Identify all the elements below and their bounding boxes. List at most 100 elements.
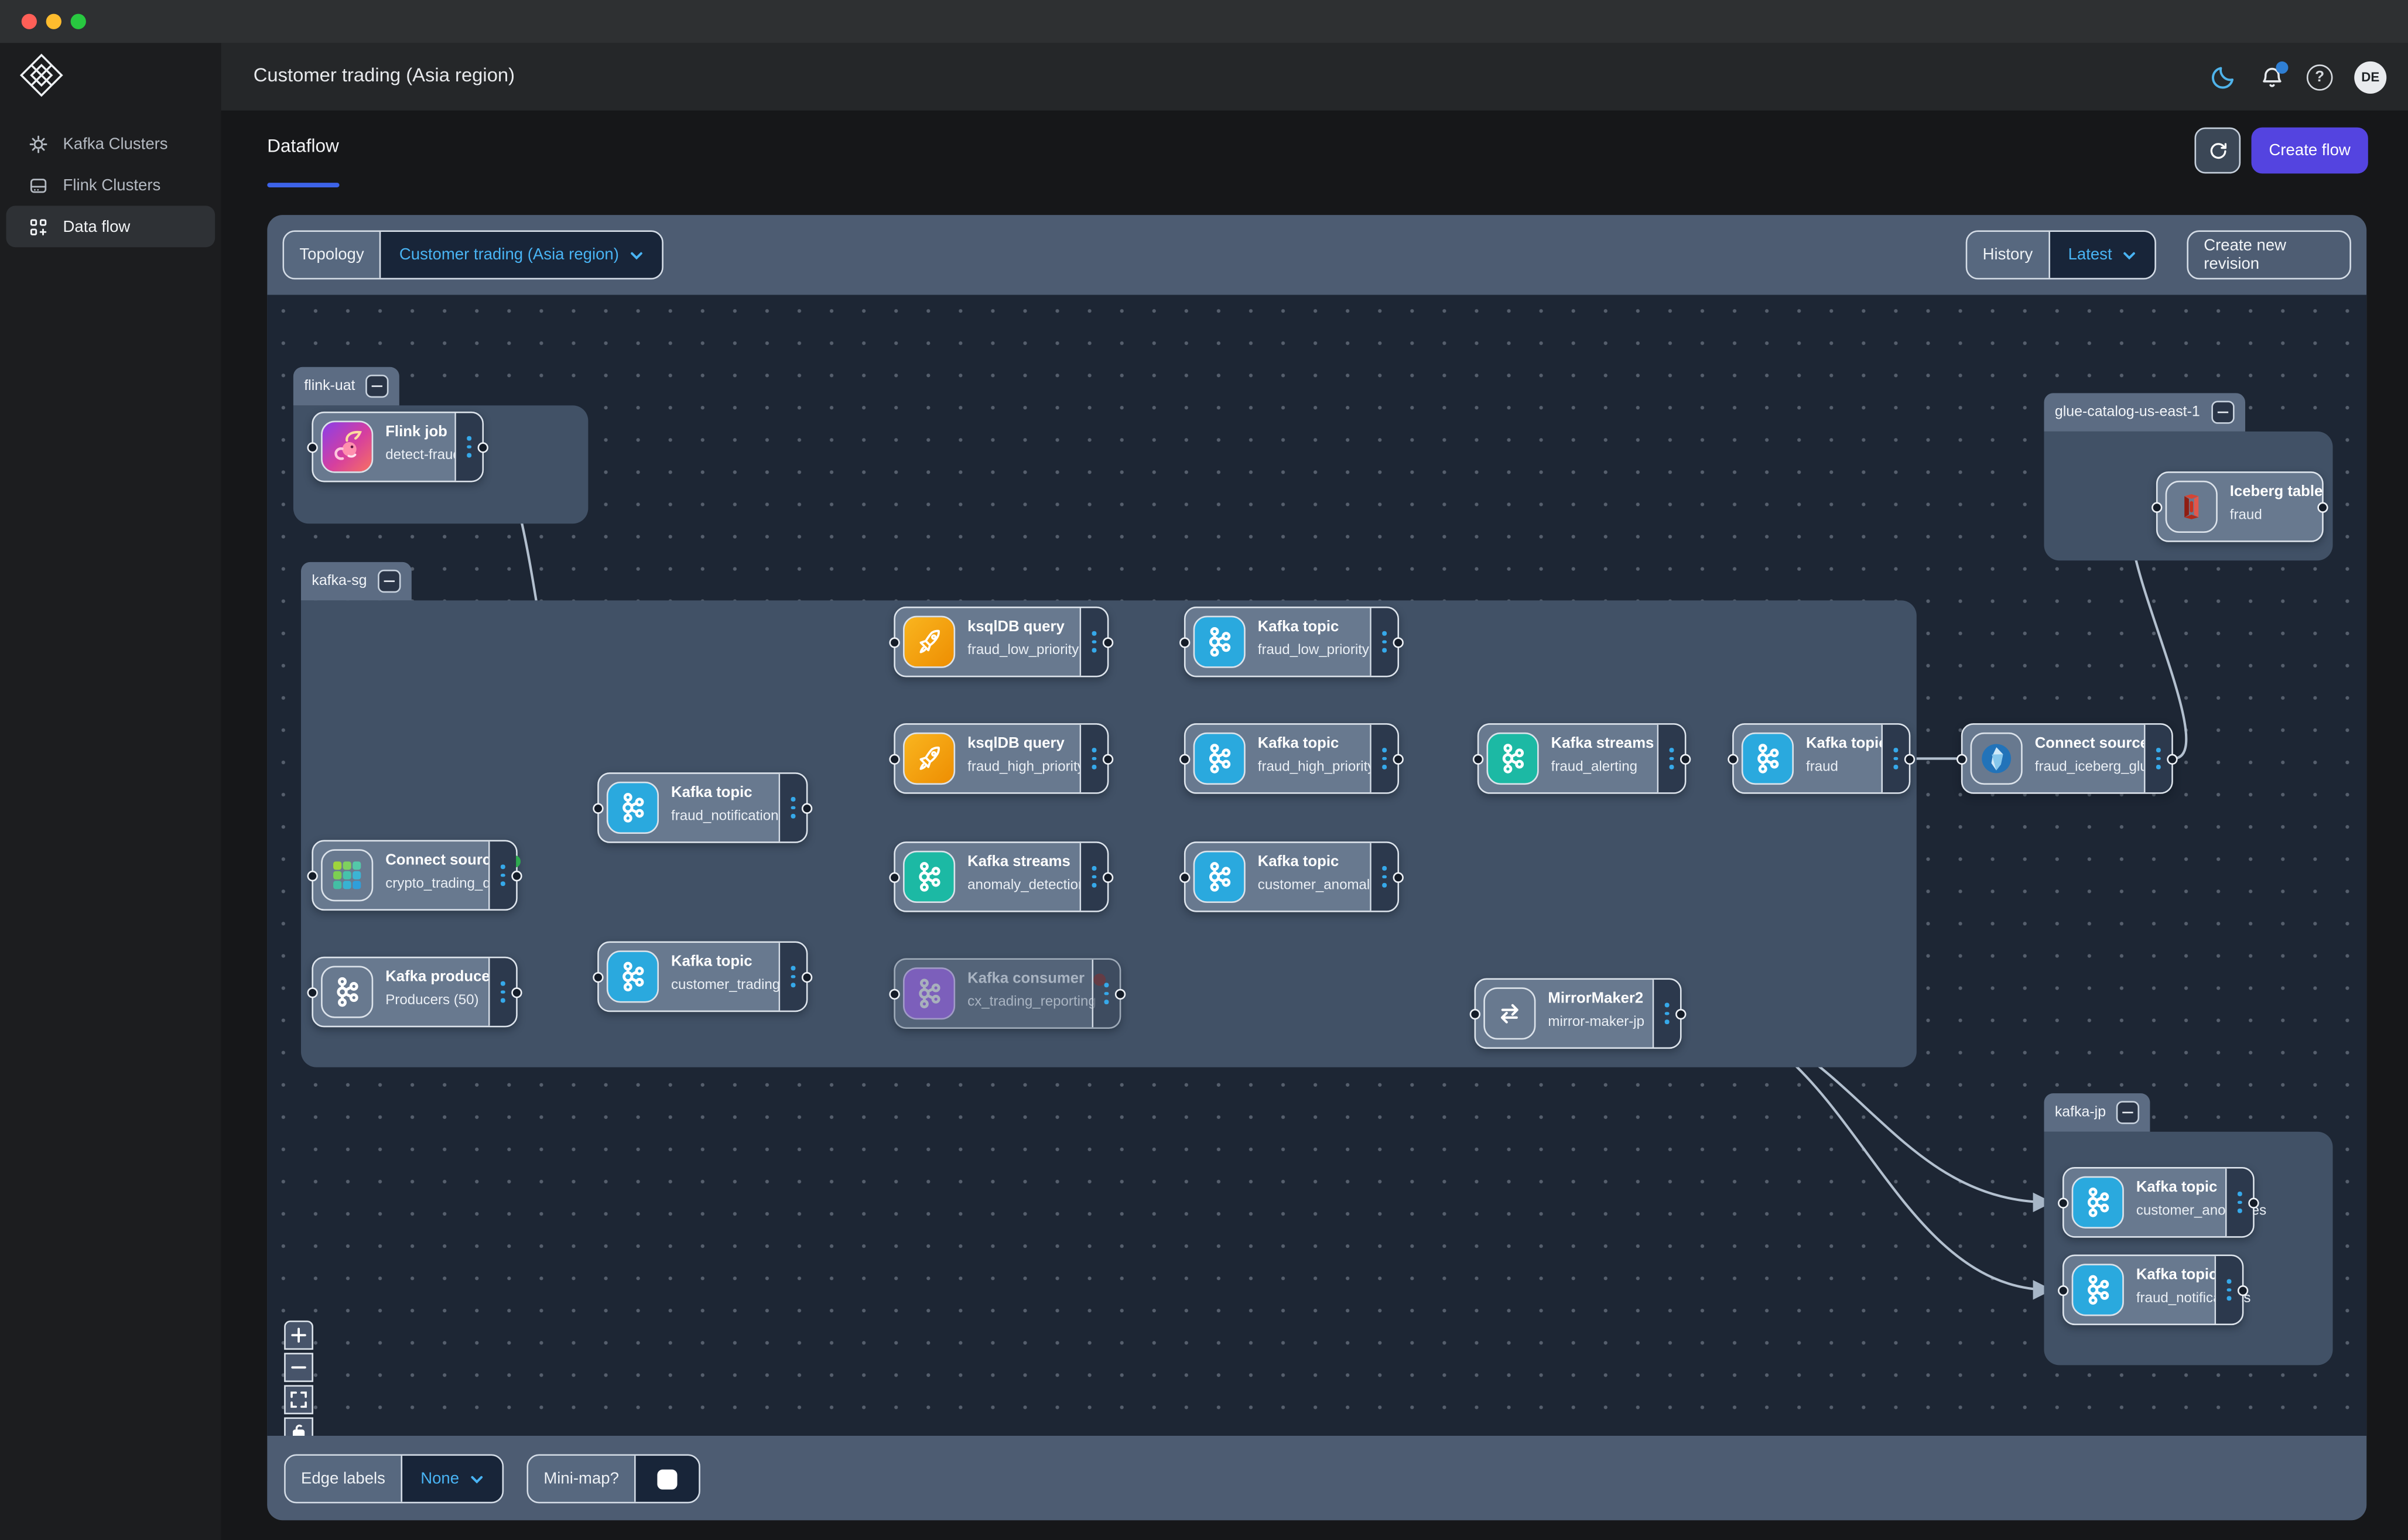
node-type-label: ksqlDB query [967,735,1065,752]
input-handle[interactable] [1473,753,1483,764]
node-name: fraud_iceberg_glue [2035,758,2138,774]
node-cs-iceberg-glue[interactable]: Connect source fraud_iceberg_glue [1961,723,2173,794]
input-handle[interactable] [2058,1197,2068,1207]
input-handle[interactable] [593,802,603,813]
minimap-checkbox[interactable] [657,1469,677,1488]
group-tab-glue-catalog-us-east-1: glue-catalog-us-east-1 [2044,393,2244,432]
rocket-icon [903,733,955,785]
minimap-toggle-group: Mini-map? [527,1454,700,1503]
create-flow-button[interactable]: Create flow [2252,128,2368,174]
node-name: fraud [1806,758,1875,774]
input-handle[interactable] [593,971,603,982]
node-kc-reporting[interactable]: Kafka consumercx_trading_reporting [894,958,1121,1029]
node-ks-anomaly[interactable]: Kafka streamsanomaly_detection [894,841,1109,912]
collapse-group-button[interactable] [378,570,401,593]
mirror-icon [1483,987,1535,1039]
fit-control-button[interactable] [284,1385,313,1414]
refresh-button[interactable] [2194,128,2241,174]
edge-labels-label: Edge labels [286,1456,402,1502]
node-ks-alerting[interactable]: Kafka streamsfraud_alerting [1477,723,1687,794]
create-new-revision-button[interactable]: Create new revision [2187,230,2351,279]
avatar[interactable]: DE [2354,61,2386,93]
kafka-teal-icon [903,851,955,903]
node-jp-fraud-notifications[interactable]: Kafka topicfraud_notifications [2062,1255,2243,1326]
revision-value[interactable]: Latest [2068,246,2112,264]
node-kt-customer-anomalies[interactable]: Kafka topiccustomer_anomalies [1184,841,1399,912]
history-selector[interactable]: History Latest [1966,230,2157,279]
node-mm2[interactable]: MirrorMaker2mirror-maker-jp [1475,978,1682,1049]
input-handle[interactable] [1728,753,1738,764]
tab-dataflow[interactable]: Dataflow [267,135,338,157]
node-name: detect-fraud [385,447,449,462]
sidebar-item-flink-clusters[interactable]: Flink Clusters [6,165,215,206]
node-ksql-high[interactable]: ksqlDB query fraud_high_priority [894,723,1109,794]
group-label: glue-catalog-us-east-1 [2055,404,2200,421]
node-kp-producers[interactable]: Kafka producersProducers (50) [312,957,517,1028]
input-handle[interactable] [1179,871,1190,882]
input-handle[interactable] [889,871,899,882]
input-handle[interactable] [889,988,899,999]
plus-control-button[interactable] [284,1320,313,1350]
maximize-window-button[interactable] [71,14,86,29]
input-handle[interactable] [1179,636,1190,647]
kafka-blue-icon [2072,1176,2124,1228]
minus-control-button[interactable] [284,1353,313,1382]
node-name: fraud_low_priority [1258,642,1364,657]
topology-selector[interactable]: Topology Customer trading (Asia region) [283,230,663,279]
node-name: crypto_trading_dbz [385,875,482,891]
node-iceberg-table[interactable]: Iceberg tablefraud [2156,471,2324,542]
input-handle[interactable] [2058,1285,2068,1295]
node-type-label: Kafka topic [2136,1267,2217,1284]
collapse-group-button[interactable] [2211,401,2233,423]
edge-labels-value[interactable]: None [420,1470,459,1488]
node-name: fraud_notifications [671,807,772,823]
node-name: customer_trading [671,977,772,992]
fit-icon [290,1391,307,1408]
sidebar-item-data-flow[interactable]: Data flow [6,206,215,247]
minimap-label: Mini-map? [528,1456,636,1502]
node-name: fraud_high_priority [967,758,1073,774]
input-handle[interactable] [1956,753,1967,764]
node-kt-fraud-notifications[interactable]: Kafka topicfraud_notifications [597,772,808,843]
node-type-label: Connect source [2035,735,2149,752]
flow-canvas[interactable]: Flow topology flink-uatkafka-sgglue-cata… [267,295,2366,1436]
input-handle[interactable] [1179,753,1190,764]
chevron-down-icon [2123,248,2137,262]
input-handle[interactable] [889,636,899,647]
kafka-purple-icon [903,967,955,1019]
collapse-group-button[interactable] [366,375,389,398]
input-handle[interactable] [307,442,317,452]
input-handle[interactable] [889,753,899,764]
output-handle[interactable] [2167,753,2177,764]
input-handle[interactable] [2152,501,2162,512]
collapse-group-button[interactable] [2116,1101,2139,1124]
node-ksql-low[interactable]: ksqlDB queryfraud_low_priority [894,607,1109,677]
sidebar-item-kafka-clusters[interactable]: Kafka Clusters [6,123,215,165]
node-name: fraud_high_priority [1258,758,1364,774]
group-label: kafka-jp [2055,1104,2106,1121]
topology-value[interactable]: Customer trading (Asia region) [399,246,619,264]
node-kt-fraud-low[interactable]: Kafka topic fraud_low_priority [1184,607,1399,677]
node-jp-customer-anomalies[interactable]: Kafka topiccustomer_anomalies [2062,1167,2255,1238]
dark-mode-icon[interactable] [2210,63,2238,91]
node-type-label: Kafka topic [1258,619,1339,636]
node-kt-fraud[interactable]: Kafka topicfraud [1732,723,1910,794]
edge-labels-selector[interactable]: Edge labels None [284,1454,504,1503]
node-kt-customer-trading[interactable]: Kafka topiccustomer_trading [597,942,808,1012]
input-handle[interactable] [307,987,317,997]
kafka-blue-icon [1193,733,1246,785]
flow-icon [28,215,49,237]
close-window-button[interactable] [22,14,37,29]
rocket-icon [903,616,955,668]
node-cs-crypto[interactable]: Connect sourcecrypto_trading_dbz [312,840,517,911]
chevron-down-icon [470,1472,484,1486]
input-handle[interactable] [307,870,317,881]
sidebar: Kafka ClustersFlink ClustersData flow [0,43,221,1540]
notifications-bell-icon[interactable] [2259,64,2286,90]
node-flink-job[interactable]: Flink jobdetect-fraud [312,412,484,482]
minimize-window-button[interactable] [46,14,61,29]
node-name: cx_trading_reporting [967,994,1086,1009]
input-handle[interactable] [1470,1008,1480,1019]
node-kt-fraud-high[interactable]: Kafka topicfraud_high_priority [1184,723,1399,794]
help-icon[interactable]: ? [2307,64,2333,90]
